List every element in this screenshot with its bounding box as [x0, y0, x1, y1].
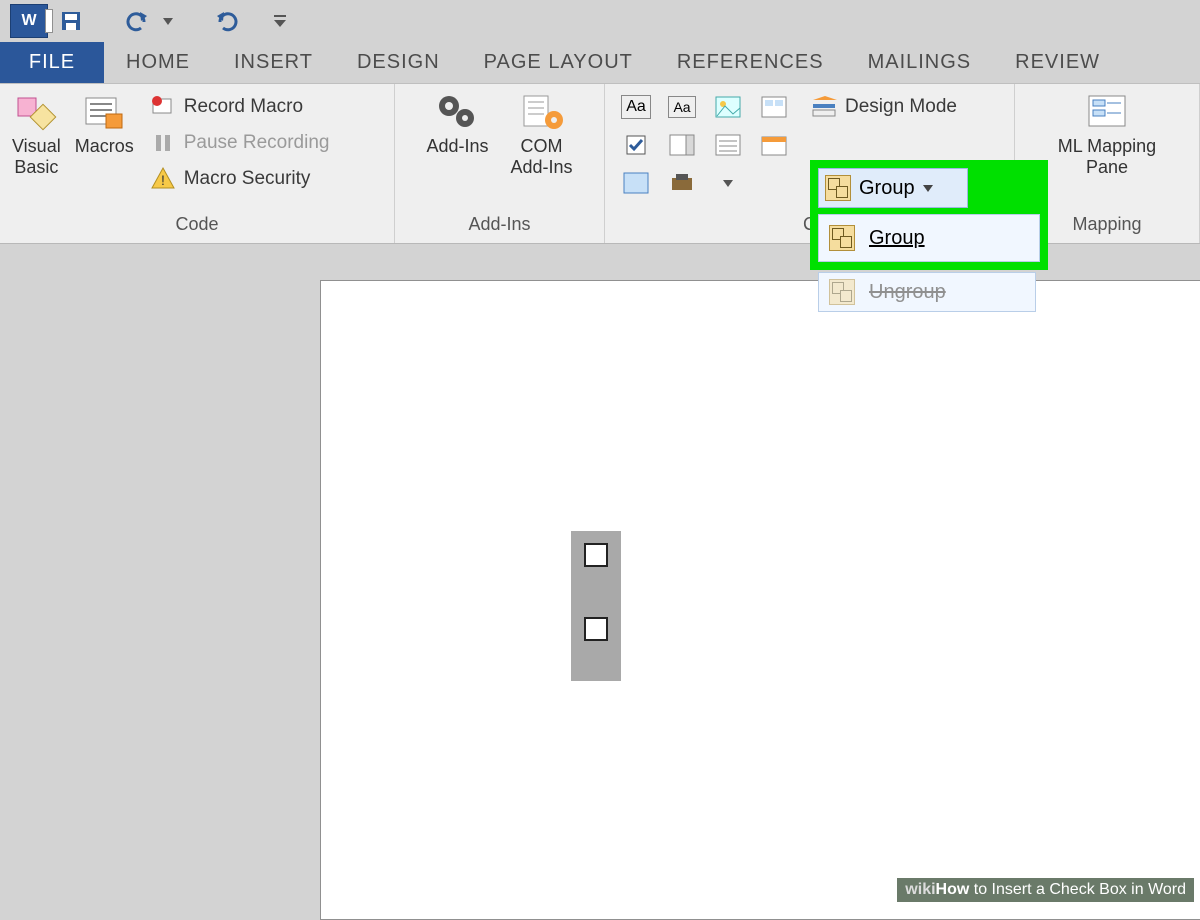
macros-icon	[82, 92, 126, 132]
visual-basic-label: Visual Basic	[12, 136, 61, 177]
pause-recording-button: Pause Recording	[150, 126, 330, 160]
tab-design[interactable]: DESIGN	[335, 42, 462, 83]
warning-icon: !	[150, 166, 176, 192]
svg-text:!: !	[161, 172, 165, 188]
caption-wiki: wiki	[905, 881, 935, 898]
group-menu-item-label: Group	[869, 227, 925, 250]
group-dropdown-label: Group	[859, 177, 915, 200]
tab-insert[interactable]: INSERT	[212, 42, 335, 83]
record-macro-icon	[150, 94, 176, 120]
tab-file[interactable]: FILE	[0, 42, 104, 83]
group-menu-item-group[interactable]: Group	[818, 214, 1040, 262]
caption-rest: to Insert a Check Box in Word	[969, 881, 1186, 898]
tab-review[interactable]: REVIEW	[993, 42, 1122, 83]
xml-mapping-pane-button[interactable]: ML Mapping Pane	[1056, 90, 1158, 177]
visual-basic-button[interactable]: Visual Basic	[10, 90, 63, 177]
caption-how: How	[936, 881, 970, 898]
com-addins-icon	[520, 92, 564, 132]
date-picker-control-icon[interactable]	[753, 128, 795, 162]
com-addins-button[interactable]: COM Add-Ins	[509, 90, 575, 177]
checkbox-control-icon[interactable]	[615, 128, 657, 162]
design-mode-icon	[811, 96, 837, 118]
group-addins-label: Add-Ins	[405, 210, 594, 241]
checkbox-control[interactable]	[584, 617, 608, 641]
macro-security-label: Macro Security	[184, 168, 311, 190]
checkbox-control[interactable]	[584, 543, 608, 567]
addins-button[interactable]: Add-Ins	[424, 90, 490, 157]
repeat-icon[interactable]	[212, 6, 242, 36]
tab-mailings[interactable]: MAILINGS	[846, 42, 994, 83]
group-icon	[825, 175, 851, 201]
visual-basic-icon	[14, 92, 58, 132]
record-macro-button[interactable]: Record Macro	[150, 90, 330, 124]
controls-gallery: Aa Aa	[615, 90, 795, 200]
group-menu-item-ungroup: Ungroup	[818, 272, 1036, 312]
group-mapping-label: Mapping	[1025, 210, 1189, 241]
undo-icon[interactable]	[122, 6, 152, 36]
repeating-section-control-icon[interactable]	[615, 166, 657, 200]
macro-security-button[interactable]: ! Macro Security	[150, 162, 330, 196]
group-dropdown-button[interactable]: Group	[818, 168, 968, 208]
legacy-tools-icon[interactable]	[661, 166, 703, 200]
quick-access-toolbar: W	[0, 0, 1200, 42]
caption-bar: wikiHow to Insert a Check Box in Word	[0, 877, 1200, 903]
building-block-control-icon[interactable]	[753, 90, 795, 124]
picture-control-icon[interactable]	[707, 90, 749, 124]
ungroup-icon	[829, 279, 855, 305]
pause-recording-label: Pause Recording	[184, 132, 330, 154]
design-mode-label: Design Mode	[845, 96, 957, 118]
selected-checkboxes[interactable]	[571, 531, 621, 681]
group-dropdown-highlight: Group Group	[810, 160, 1048, 270]
addins-label: Add-Ins	[426, 136, 488, 157]
ungroup-menu-item-label: Ungroup	[869, 281, 946, 304]
tab-references[interactable]: REFERENCES	[655, 42, 846, 83]
macros-label: Macros	[75, 136, 134, 157]
word-app-icon: W	[10, 4, 48, 38]
record-macro-label: Record Macro	[184, 96, 303, 118]
xml-mapping-icon	[1083, 92, 1131, 132]
macros-button[interactable]: Macros	[73, 90, 136, 157]
wikihow-caption: wikiHow to Insert a Check Box in Word	[897, 878, 1194, 902]
dropdown-list-control-icon[interactable]	[707, 128, 749, 162]
legacy-tools-dropdown-icon[interactable]	[707, 166, 749, 200]
chevron-down-icon	[923, 183, 933, 193]
group-icon	[829, 225, 855, 251]
undo-dropdown-icon[interactable]	[160, 6, 176, 36]
com-addins-label: COM Add-Ins	[511, 136, 573, 177]
gears-icon	[435, 92, 479, 132]
tab-page-layout[interactable]: PAGE LAYOUT	[462, 42, 655, 83]
customize-qat-icon[interactable]	[272, 6, 288, 36]
plain-text-control-icon[interactable]: Aa	[661, 90, 703, 124]
tab-home[interactable]: HOME	[104, 42, 212, 83]
group-code-label: Code	[10, 210, 384, 241]
xml-mapping-label: ML Mapping Pane	[1058, 136, 1156, 177]
ribbon-tabs: FILE HOME INSERT DESIGN PAGE LAYOUT REFE…	[0, 42, 1200, 84]
rich-text-control-icon[interactable]: Aa	[615, 90, 657, 124]
pause-icon	[150, 130, 176, 156]
document-page[interactable]	[320, 280, 1200, 920]
group-addins: Add-Ins COM Add-Ins Add-Ins	[395, 84, 605, 243]
design-mode-button[interactable]: Design Mode	[811, 90, 957, 124]
combo-box-control-icon[interactable]	[661, 128, 703, 162]
save-icon[interactable]	[56, 6, 86, 36]
group-code: Visual Basic Macros Record Macro	[0, 84, 395, 243]
